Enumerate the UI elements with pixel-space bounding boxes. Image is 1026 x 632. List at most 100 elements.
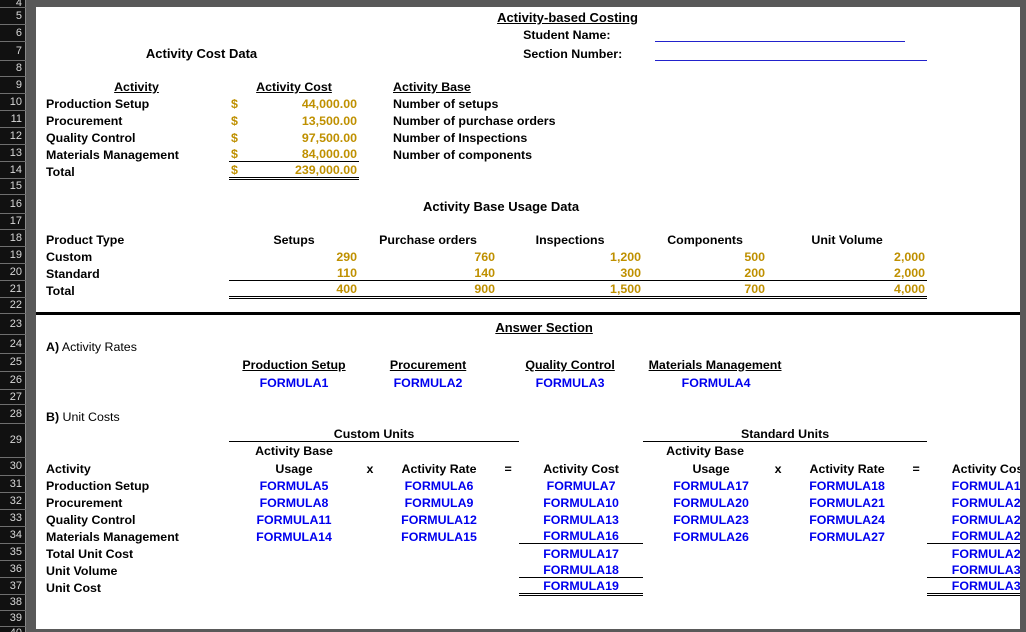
activity-cost-data-title: Activity Cost Data — [145, 46, 258, 61]
usage-unit-volume[interactable]: 2,000 — [767, 246, 927, 263]
row-header-40[interactable]: 40 — [0, 627, 26, 632]
formula-cell[interactable]: FORMULA25 — [927, 509, 1020, 526]
row-header-17[interactable]: 17 — [0, 214, 26, 230]
usage-inspections[interactable]: 300 — [497, 263, 644, 281]
row-header-23[interactable]: 23 — [0, 314, 26, 335]
row-header-12[interactable]: 12 — [0, 128, 26, 145]
col-header-activity-base: Activity Base — [393, 79, 471, 94]
row-header-37[interactable]: 37 — [0, 578, 26, 595]
usage-unit-volume[interactable]: 2,000 — [767, 263, 928, 281]
row-header-26[interactable]: 26 — [0, 372, 26, 390]
row-header-13[interactable]: 13 — [0, 145, 26, 162]
activity-cost-total-value: 239,000.00 — [247, 161, 359, 180]
activity-cost-value[interactable]: 84,000.00 — [247, 144, 359, 162]
formula-cell[interactable]: FORMULA2 — [359, 371, 497, 389]
usage-purchase-orders[interactable]: 760 — [359, 246, 497, 263]
formula-cell[interactable]: FORMULA15 — [381, 526, 497, 543]
usage-total-unit-volume: 4,000 — [767, 280, 928, 299]
row-header-gutter[interactable]: 4 5 6 7 8 9 10 11 12 13 14 15 16 17 18 19 20 21 22 23 24 25 26… — [0, 0, 26, 632]
worksheet-canvas[interactable]: Activity-based Costing Student Name: Act… — [36, 7, 1020, 629]
row-header-21[interactable]: 21 — [0, 281, 26, 298]
row-header-7[interactable]: 7 — [0, 42, 26, 61]
usage-setups[interactable]: 290 — [229, 246, 359, 263]
activity-cost-value[interactable]: 44,000.00 — [247, 93, 359, 110]
row-header-24[interactable]: 24 — [0, 335, 26, 354]
row-header-34[interactable]: 34 — [0, 527, 26, 544]
formula-cell[interactable]: FORMULA16 — [519, 526, 644, 544]
row-header-28[interactable]: 28 — [0, 405, 26, 424]
formula-cell[interactable]: FORMULA19 — [519, 577, 644, 596]
formula-cell[interactable]: FORMULA4 — [643, 371, 789, 389]
row-header-30[interactable]: 30 — [0, 458, 26, 476]
row-header-11[interactable]: 11 — [0, 111, 26, 128]
row-header-20[interactable]: 20 — [0, 264, 26, 281]
row-header-27[interactable]: 27 — [0, 390, 26, 405]
row-header-22[interactable]: 22 — [0, 298, 26, 314]
formula-cell[interactable]: FORMULA29 — [927, 543, 1020, 560]
row-header-19[interactable]: 19 — [0, 247, 26, 264]
formula-cell[interactable]: FORMULA11 — [229, 509, 359, 526]
formula-cell[interactable]: FORMULA28 — [927, 526, 1020, 544]
formula-cell[interactable]: FORMULA21 — [789, 492, 905, 509]
row-header-25[interactable]: 25 — [0, 354, 26, 372]
formula-cell[interactable]: FORMULA10 — [519, 492, 643, 509]
row-header-15[interactable]: 15 — [0, 179, 26, 195]
section-number-input[interactable] — [655, 41, 928, 61]
formula-cell[interactable]: FORMULA13 — [519, 509, 643, 526]
formula-cell[interactable]: FORMULA18 — [519, 560, 644, 578]
row-header-8[interactable]: 8 — [0, 61, 26, 77]
section-number-label: Section Number: — [523, 46, 623, 61]
formula-cell[interactable]: FORMULA1 — [229, 371, 359, 389]
usage-components[interactable]: 200 — [643, 263, 768, 281]
row-header-9[interactable]: 9 — [0, 77, 26, 94]
formula-cell[interactable]: FORMULA23 — [655, 509, 767, 526]
row-header-32[interactable]: 32 — [0, 493, 26, 510]
usage-setups[interactable]: 110 — [229, 263, 359, 281]
row-header-14[interactable]: 14 — [0, 162, 26, 179]
formula-cell[interactable]: FORMULA17 — [519, 543, 643, 560]
table-row: Quality Control FORMULA11 FORMULA12 FORM… — [36, 509, 1020, 526]
row-header-38[interactable]: 38 — [0, 595, 26, 611]
formula-cell[interactable]: FORMULA3 — [497, 371, 643, 389]
formula-cell[interactable]: FORMULA26 — [655, 526, 767, 543]
formula-cell[interactable]: FORMULA22 — [927, 492, 1020, 509]
formula-cell[interactable]: FORMULA24 — [789, 509, 905, 526]
formula-cell[interactable]: FORMULA27 — [789, 526, 905, 543]
row-header-35[interactable]: 35 — [0, 544, 26, 561]
formula-cell[interactable]: FORMULA9 — [381, 492, 497, 509]
usage-purchase-orders[interactable]: 140 — [359, 263, 498, 281]
formula-cell[interactable]: FORMULA12 — [381, 509, 497, 526]
formula-cell[interactable]: FORMULA6 — [381, 475, 497, 492]
part-a-prefix: A) — [46, 339, 60, 354]
usage-inspections[interactable]: 1,200 — [497, 246, 643, 263]
activity-label: Quality Control — [46, 130, 136, 145]
row-header-5[interactable]: 5 — [0, 8, 26, 25]
formula-cell[interactable]: FORMULA7 — [519, 475, 643, 492]
row-header-18[interactable]: 18 — [0, 230, 26, 247]
row-header-31[interactable]: 31 — [0, 476, 26, 493]
formula-cell[interactable]: FORMULA8 — [229, 492, 359, 509]
formula-cell[interactable]: FORMULA5 — [229, 475, 359, 492]
usage-components[interactable]: 500 — [643, 246, 767, 263]
row-header-10[interactable]: 10 — [0, 94, 26, 111]
student-name-input[interactable] — [655, 24, 906, 42]
formula-cell[interactable]: FORMULA14 — [229, 526, 359, 543]
activity-cost-value[interactable]: 97,500.00 — [247, 127, 359, 144]
row-23-answer-section: Answer Section — [36, 311, 1020, 334]
formula-cell[interactable]: FORMULA17 — [655, 475, 767, 492]
row-header-36[interactable]: 36 — [0, 561, 26, 578]
row-header-16[interactable]: 16 — [0, 195, 26, 214]
formula-cell[interactable]: FORMULA20 — [655, 492, 767, 509]
activity-cost-value[interactable]: 13,500.00 — [247, 110, 359, 127]
row-header-29[interactable]: 29 — [0, 424, 26, 458]
row-header-39[interactable]: 39 — [0, 611, 26, 627]
formula-cell[interactable]: FORMULA19 — [927, 475, 1020, 492]
row-header-6[interactable]: 6 — [0, 25, 26, 42]
row-6: Student Name: — [36, 24, 1020, 42]
formula-cell[interactable]: FORMULA18 — [789, 475, 905, 492]
formula-cell[interactable]: FORMULA31 — [927, 577, 1020, 596]
formula-cell[interactable]: FORMULA30 — [927, 560, 1020, 578]
row-header-33[interactable]: 33 — [0, 510, 26, 527]
col-header-activity: Activity — [46, 461, 91, 476]
row-header-4[interactable]: 4 — [0, 0, 26, 8]
